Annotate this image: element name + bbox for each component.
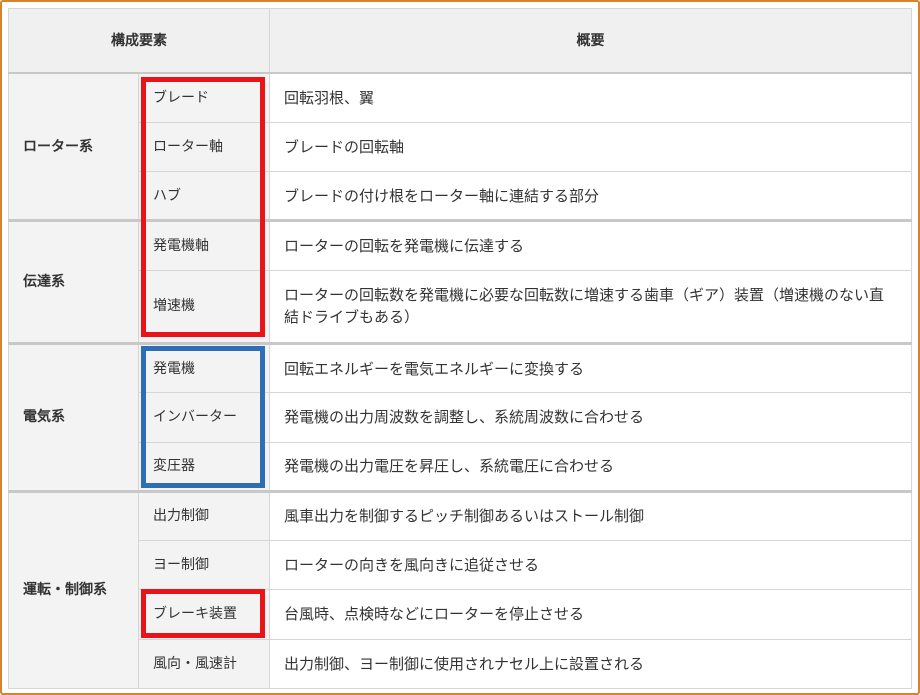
- table-row: ブレーキ装置 台風時、点検時などにローターを停止させる: [9, 589, 912, 640]
- table-row: 変圧器 発電機の出力電圧を昇圧し、系統電圧に合わせる: [9, 441, 912, 492]
- element-cell: ハブ: [138, 171, 270, 222]
- summary-cell: ブレードの付け根をローター軸に連結する部分: [269, 171, 912, 222]
- element-cell: 発電機: [138, 341, 270, 394]
- table-row: 運転・制御系 出力制御 風車出力を制御するピッチ制御あるいはストール制御: [8, 489, 912, 690]
- table-row: ローター軸 ブレードの回転軸: [9, 121, 912, 173]
- table-row: 伝達系 発電機軸 ローターの回転を発電機に伝達する: [8, 219, 912, 344]
- table-row: 電気系 発電機 回転エネルギーを電気エネルギーに変換する: [8, 341, 912, 492]
- table-row: ハブ ブレードの付け根をローター軸に連結する部分: [9, 171, 912, 222]
- summary-cell: 出力制御、ヨー制御に使用されナセル上に設置される: [269, 638, 912, 690]
- table-row: 増速機 ローターの回転数を発電機に必要な回転数に増速する歯車（ギア）装置（増速機…: [9, 269, 912, 344]
- summary-cell: 台風時、点検時などにローターを停止させる: [269, 589, 912, 640]
- table-row: インバーター 発電機の出力周波数を調整し、系統周波数に合わせる: [9, 392, 912, 443]
- summary-cell: 回転羽根、翼: [269, 72, 912, 123]
- header-summary: 概要: [269, 8, 912, 74]
- element-cell: 増速機: [138, 269, 270, 344]
- element-cell: インバーター: [138, 392, 270, 443]
- table-row: ヨー制御 ローターの向きを風向きに追従させる: [9, 540, 912, 591]
- summary-cell: ローターの回転数を発電機に必要な回転数に増速する歯車（ギア）装置（増速機のない直…: [269, 269, 912, 344]
- element-cell: ヨー制御: [138, 540, 270, 591]
- header-component: 構成要素: [8, 8, 270, 74]
- wind-turbine-component-table: 構成要素 概要 ローター系 ブレード 回転羽根、翼 ローター軸 ブレードの回転軸…: [8, 8, 912, 690]
- summary-cell: 発電機の出力周波数を調整し、系統周波数に合わせる: [269, 392, 912, 443]
- summary-cell: 風車出力を制御するピッチ制御あるいはストール制御: [269, 489, 912, 542]
- table-header-row: 構成要素 概要: [8, 8, 912, 74]
- summary-cell: ローターの向きを風向きに追従させる: [269, 540, 912, 591]
- group-label: 伝達系: [8, 219, 139, 344]
- summary-cell: 発電機の出力電圧を昇圧し、系統電圧に合わせる: [269, 441, 912, 492]
- summary-cell: 回転エネルギーを電気エネルギーに変換する: [269, 341, 912, 394]
- element-cell: 変圧器: [138, 441, 270, 492]
- element-cell: 出力制御: [138, 489, 270, 542]
- group-label: 電気系: [8, 341, 139, 492]
- element-cell: 発電機軸: [138, 219, 270, 271]
- element-cell: ブレーキ装置: [138, 589, 270, 640]
- element-cell: ブレード: [138, 72, 270, 123]
- element-cell: ローター軸: [138, 121, 270, 173]
- group-label: ローター系: [8, 72, 139, 222]
- summary-cell: ローターの回転を発電機に伝達する: [269, 219, 912, 271]
- element-cell: 風向・風速計: [138, 638, 270, 690]
- table-row: 風向・風速計 出力制御、ヨー制御に使用されナセル上に設置される: [9, 638, 912, 690]
- group-label: 運転・制御系: [8, 489, 139, 690]
- summary-cell: ブレードの回転軸: [269, 121, 912, 173]
- table-row: ローター系 ブレード 回転羽根、翼: [8, 72, 912, 222]
